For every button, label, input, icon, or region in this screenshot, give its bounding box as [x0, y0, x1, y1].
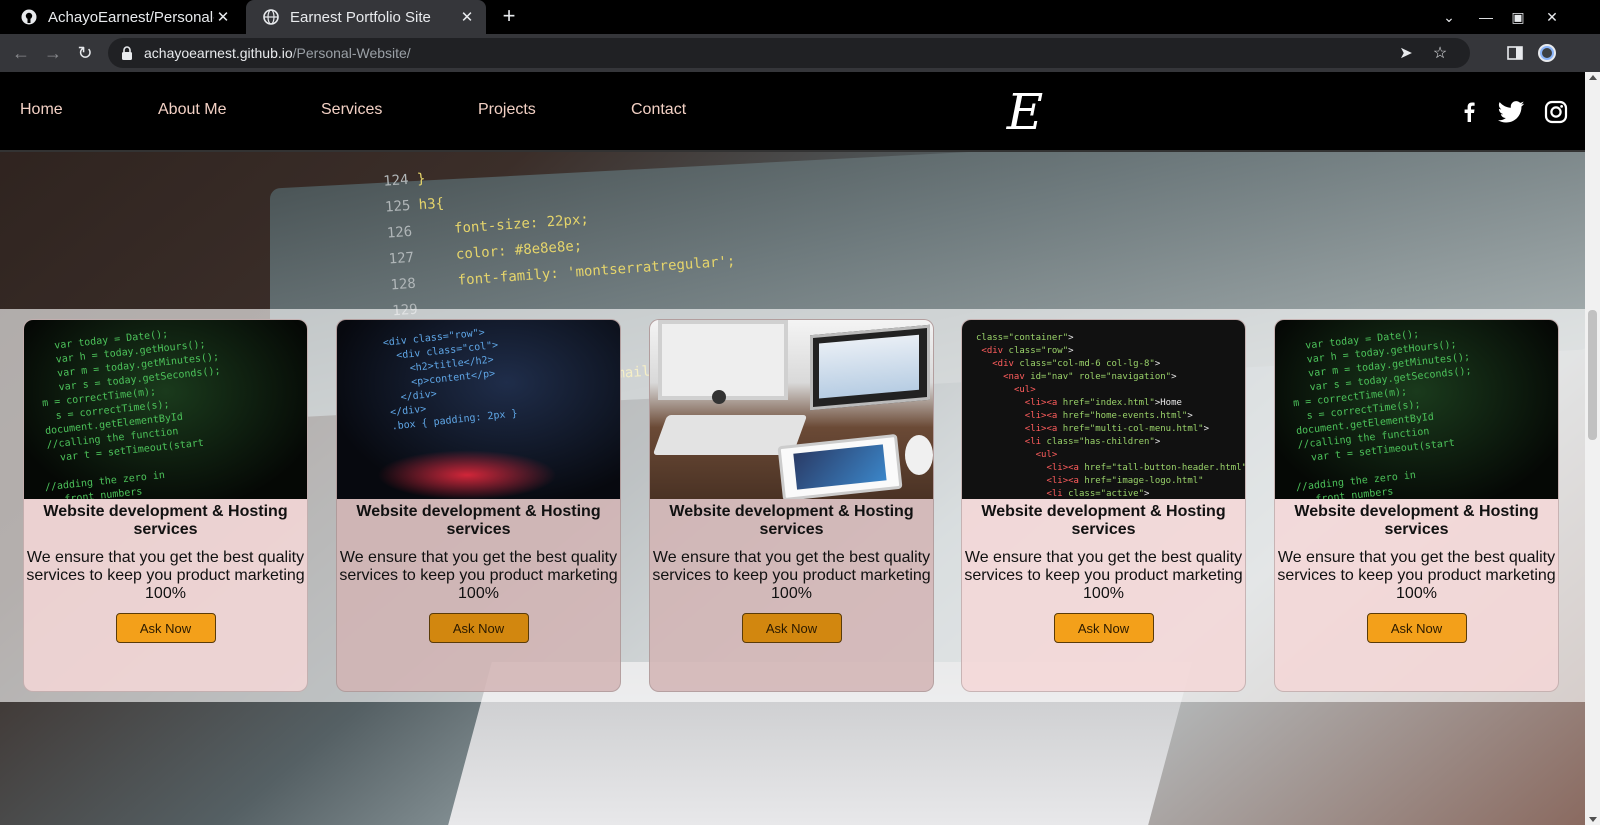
service-card: var today = Date(); var h = today.getHou… [1274, 319, 1559, 692]
keyboard-backlight-image [377, 450, 557, 499]
imac-image [658, 320, 788, 400]
card-image-html-code: class="container"> <div class="row"> <di… [962, 320, 1245, 499]
scroll-up-icon[interactable] [1589, 75, 1597, 80]
globe-icon [262, 8, 280, 26]
nav-contact[interactable]: Contact [631, 101, 686, 119]
card-image-laptop-code: <div class="row"> <div class="col"> <h2>… [337, 320, 620, 499]
ask-now-button[interactable]: Ask Now [115, 613, 216, 643]
tab-title: AchayoEarnest/Personal- [48, 8, 214, 26]
ask-now-button[interactable]: Ask Now [1053, 613, 1154, 643]
card-title: Website development & Hosting services [669, 503, 914, 538]
scroll-down-icon[interactable] [1589, 817, 1597, 822]
card-title: Website development & Hosting services [356, 503, 601, 538]
nav-services[interactable]: Services [321, 101, 382, 119]
reload-icon[interactable]: ↻ [73, 41, 97, 65]
card-title: Website development & Hosting services [1294, 503, 1539, 538]
page-viewport: 124 } 125 h3{ 126 font-size: 22px; 127 c… [0, 72, 1600, 825]
bookmark-star-icon[interactable]: ☆ [1430, 43, 1450, 63]
url-host: achayoearnest.github.io [144, 45, 293, 61]
ask-now-button[interactable]: Ask Now [428, 613, 529, 643]
card-title: Website development & Hosting services [981, 503, 1226, 538]
logo-letter: E [1006, 83, 1044, 141]
page-scrollbar[interactable] [1585, 72, 1600, 825]
card-description: We ensure that you get the best quality … [339, 549, 618, 602]
profile-avatar[interactable] [1536, 42, 1558, 64]
url-text: achayoearnest.github.io/Personal-Website… [144, 45, 411, 61]
url-path: /Personal-Website/ [292, 45, 411, 61]
side-panel-icon[interactable] [1504, 42, 1526, 64]
send-icon[interactable]: ➤ [1396, 43, 1416, 63]
github-icon [20, 8, 38, 26]
facebook-icon[interactable] [1456, 99, 1482, 125]
card-description: We ensure that you get the best quality … [26, 549, 305, 602]
tab-title: Earnest Portfolio Site [290, 8, 431, 26]
tablet-image [777, 433, 903, 499]
laptop-image [810, 324, 930, 411]
nav-projects[interactable]: Projects [478, 101, 536, 119]
card-title: Website development & Hosting services [43, 503, 288, 538]
card-image-js-code: var today = Date(); var h = today.getHou… [1275, 320, 1558, 499]
scrollbar-thumb[interactable] [1588, 310, 1597, 440]
tab-github[interactable]: AchayoEarnest/Personal- ✕ [4, 0, 242, 34]
mouse-image [905, 435, 933, 475]
card-image-desk-devices [650, 320, 933, 499]
close-window-icon[interactable]: ✕ [1536, 0, 1568, 34]
apple-logo-icon [712, 390, 726, 404]
card-image-js-code: var today = Date(); var h = today.getHou… [24, 320, 307, 499]
tab-strip: AchayoEarnest/Personal- ✕ Earnest Portfo… [0, 0, 1600, 34]
card-description: We ensure that you get the best quality … [1277, 549, 1556, 602]
service-card: var today = Date(); var h = today.getHou… [23, 319, 308, 692]
nav-home[interactable]: Home [20, 101, 63, 119]
card-description: We ensure that you get the best quality … [964, 549, 1243, 602]
ask-now-button[interactable]: Ask Now [741, 613, 842, 643]
service-card: <div class="row"> <div class="col"> <h2>… [336, 319, 621, 692]
ask-now-button[interactable]: Ask Now [1366, 613, 1467, 643]
site-navbar: Home About Me Services Projects Contact … [0, 72, 1585, 152]
back-arrow-icon[interactable]: ← [9, 41, 33, 65]
tab-portfolio[interactable]: Earnest Portfolio Site ✕ [246, 0, 486, 34]
twitter-icon[interactable] [1496, 99, 1526, 125]
card-description: We ensure that you get the best quality … [652, 549, 931, 602]
site-logo[interactable]: E [995, 82, 1055, 142]
nav-about[interactable]: About Me [158, 101, 226, 119]
instagram-icon[interactable] [1543, 99, 1569, 125]
service-card: class="container"> <div class="row"> <di… [961, 319, 1246, 692]
lock-icon [120, 46, 134, 60]
forward-arrow-icon[interactable]: → [41, 41, 65, 65]
tab-search-icon[interactable]: ⌄ [1433, 0, 1465, 34]
new-tab-button[interactable]: + [497, 5, 521, 29]
service-card: Website development & Hosting services W… [649, 319, 934, 692]
browser-toolbar: ← → ↻ achayoearnest.github.io/Personal-W… [0, 34, 1600, 72]
restore-icon[interactable]: ▣ [1502, 0, 1534, 34]
address-bar[interactable]: achayoearnest.github.io/Personal-Website… [108, 38, 1470, 68]
close-tab-icon[interactable]: ✕ [214, 8, 232, 26]
close-tab-icon[interactable]: ✕ [458, 8, 476, 26]
minimize-icon[interactable]: — [1470, 0, 1502, 34]
